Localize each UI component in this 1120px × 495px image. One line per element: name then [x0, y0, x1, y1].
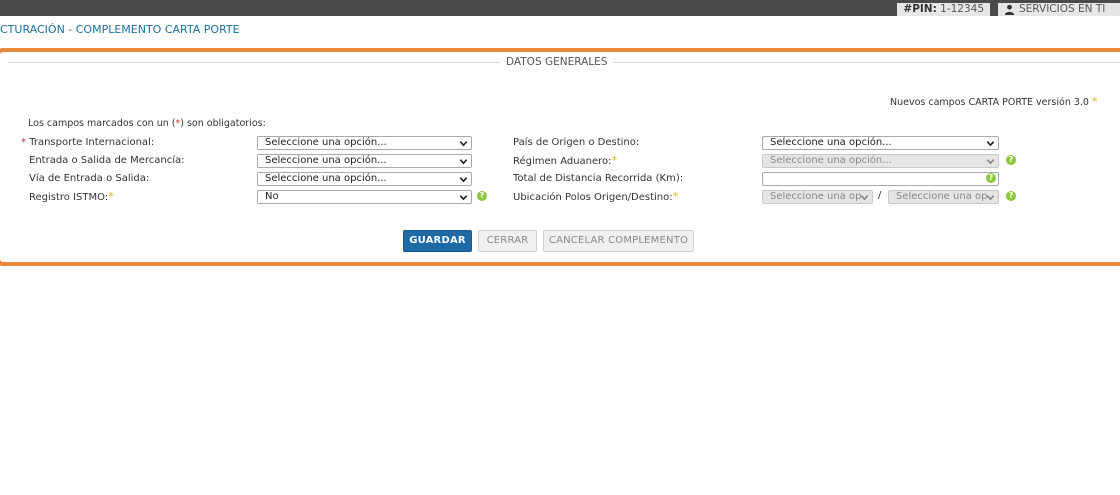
version-note: Nuevos campos CARTA PORTE versión 3.0 * [890, 95, 1098, 108]
topbar-right: #PIN: 1-12345 SERVICIOS EN TI [897, 0, 1120, 16]
pin-value: 1-12345 [940, 3, 984, 15]
mandatory-note-suffix: ) son obligatorios: [180, 118, 266, 129]
help-icon[interactable]: ? [1006, 155, 1016, 165]
polo-origen-value: Seleccione una op [770, 191, 862, 202]
services-menu[interactable]: SERVICIOS EN TI [998, 3, 1120, 16]
distancia-recorrida-label: Total de Distancia Recorrida (Km): [513, 173, 684, 184]
transporte-internacional-label: * Transporte Internacional: [21, 136, 154, 150]
pais-origen-destino-select[interactable]: Seleccione una opción... [762, 136, 999, 150]
regimen-aduanero-select[interactable]: Seleccione una opción... [762, 154, 999, 168]
chevron-down-icon [986, 141, 995, 147]
regimen-aduanero-label: Régimen Aduanero:* [513, 154, 617, 169]
chevron-down-icon [459, 159, 468, 165]
chevron-down-icon [986, 195, 995, 201]
optional-star: * [1092, 95, 1098, 108]
ubicacion-polos-label: Ubicación Polos Origen/Destino:* [513, 190, 678, 205]
entrada-salida-select[interactable]: Seleccione una opción... [257, 154, 472, 168]
polo-destino-value: Seleccione una op [896, 191, 988, 202]
regimen-aduanero-value: Seleccione una opción... [770, 155, 892, 166]
distancia-recorrida-input[interactable] [762, 172, 999, 186]
transporte-internacional-value: Seleccione una opción... [265, 137, 387, 148]
chevron-down-icon [860, 195, 869, 201]
chevron-down-icon [459, 141, 468, 147]
pais-origen-destino-label: País de Origen o Destino: [513, 137, 640, 148]
transporte-internacional-select[interactable]: Seleccione una opción... [257, 136, 472, 150]
polos-separator: / [878, 190, 882, 201]
chevron-down-icon [986, 159, 995, 165]
optional-star: * [672, 190, 679, 203]
registro-istmo-value: No [265, 191, 279, 202]
via-entrada-salida-value: Seleccione una opción... [265, 173, 387, 184]
section-legend: DATOS GENERALES [500, 56, 614, 68]
via-entrada-salida-label: Vía de Entrada o Salida: [29, 173, 150, 184]
mandatory-note-prefix: Los campos marcados con un ( [28, 118, 176, 129]
services-label: SERVICIOS EN TI [1019, 3, 1106, 15]
save-button[interactable]: GUARDAR [403, 230, 472, 252]
chevron-down-icon [459, 195, 468, 201]
ubicacion-polos-text: Ubicación Polos Origen/Destino: [513, 192, 673, 203]
regimen-aduanero-text: Régimen Aduanero: [513, 156, 612, 167]
polo-origen-select[interactable]: Seleccione una op [762, 190, 873, 204]
entrada-salida-value: Seleccione una opción... [265, 155, 387, 166]
help-icon[interactable]: ? [477, 191, 487, 201]
via-entrada-salida-select[interactable]: Seleccione una opción... [257, 172, 472, 186]
optional-star: * [108, 190, 114, 203]
help-icon[interactable]: ? [986, 173, 996, 183]
entrada-salida-label: Entrada o Salida de Mercancía: [29, 155, 185, 166]
user-icon [1004, 4, 1015, 15]
required-star: * [21, 137, 26, 148]
pais-origen-destino-value: Seleccione una opción... [770, 137, 892, 148]
registro-istmo-text: Registro ISTMO: [29, 192, 109, 203]
pin-indicator: #PIN: 1-12345 [897, 3, 990, 16]
registro-istmo-select[interactable]: No [257, 190, 472, 204]
close-button[interactable]: CERRAR [478, 230, 537, 252]
cancel-complement-button[interactable]: CANCELAR COMPLEMENTO [543, 230, 694, 252]
registro-istmo-label: Registro ISTMO:* [29, 190, 114, 205]
top-bar: #PIN: 1-12345 SERVICIOS EN TI [0, 0, 1120, 16]
mandatory-note: Los campos marcados con un (*) son oblig… [28, 118, 266, 129]
polo-destino-select[interactable]: Seleccione una op [888, 190, 999, 204]
chevron-down-icon [459, 177, 468, 183]
page-title: CTURACIÓN - COMPLEMENTO CARTA PORTE [0, 23, 240, 36]
pin-label: #PIN: [903, 3, 937, 15]
optional-star: * [611, 154, 618, 167]
help-icon[interactable]: ? [1006, 191, 1016, 201]
version-note-text: Nuevos campos CARTA PORTE versión 3.0 [890, 97, 1089, 108]
transporte-internacional-text: Transporte Internacional: [29, 137, 155, 148]
